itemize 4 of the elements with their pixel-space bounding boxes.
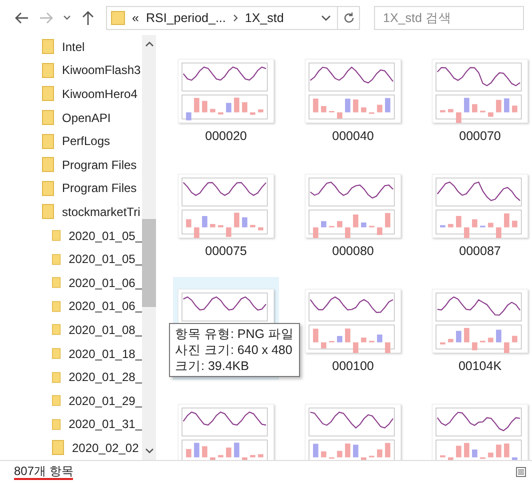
tooltip-line: 크기: 39.4KB — [175, 358, 250, 374]
tooltip-line: 항목 유형: PNG 파일 — [175, 326, 294, 342]
item-count: 807개 항목 — [14, 464, 74, 480]
tooltip-line: 사진 크기: 640 x 480 — [175, 342, 294, 358]
